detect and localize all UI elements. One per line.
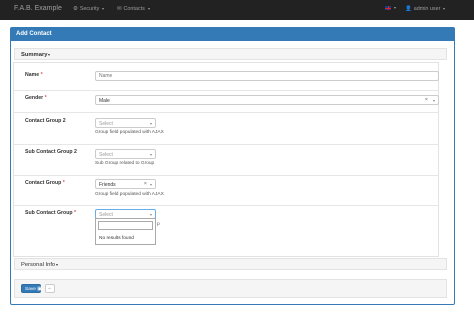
- wrench-icon: ⚙: [73, 6, 78, 12]
- summary-form: [13, 62, 439, 257]
- language-menu[interactable]: [385, 6, 396, 10]
- uk-flag-icon: [385, 6, 391, 10]
- brand-link[interactable]: F.A.B. Example: [14, 5, 62, 12]
- chevron-down-icon: [147, 8, 150, 10]
- personal-info-section-toggle[interactable]: Personal Info: [14, 258, 447, 270]
- summary-section-toggle[interactable]: Summary: [14, 48, 447, 60]
- dropdown-search-input[interactable]: [98, 221, 153, 230]
- contact-group-label: Contact Group *: [25, 180, 65, 186]
- contacts-menu[interactable]: ✉ Contacts: [117, 6, 150, 12]
- contact-group-2-value: Select: [99, 121, 113, 127]
- name-input[interactable]: [95, 71, 439, 81]
- clear-icon[interactable]: ×: [144, 181, 147, 187]
- row-divider: [13, 112, 439, 113]
- user-menu[interactable]: 👤 admin user: [405, 6, 446, 12]
- no-results-message: No results found: [99, 236, 134, 241]
- chevron-down-icon: [150, 213, 152, 216]
- chevron-down-icon: [150, 153, 152, 156]
- gender-select[interactable]: Male ×: [95, 95, 439, 105]
- contact-group-value: Friends: [99, 182, 116, 188]
- sub-contact-group-dropdown: No results found: [95, 218, 156, 245]
- save-button[interactable]: Save ▣: [21, 284, 42, 293]
- name-label: Name *: [25, 72, 43, 78]
- personal-info-section-label: Personal Info: [21, 261, 56, 268]
- chevron-down-icon: [56, 263, 59, 266]
- security-menu-label: Security: [79, 6, 100, 12]
- gender-select-value: Male: [99, 98, 110, 104]
- chevron-down-icon: [443, 8, 446, 10]
- chevron-down-icon: [150, 183, 152, 186]
- contact-group-help: Group field populated with AJAX: [95, 192, 164, 197]
- row-divider: [13, 90, 439, 91]
- row-divider: [13, 175, 439, 176]
- security-menu[interactable]: ⚙ Security: [73, 6, 105, 12]
- panel-title: Add Contact: [11, 28, 454, 41]
- top-navbar: F.A.B. Example ⚙ Security ✉ Contacts 👤 a…: [0, 0, 474, 20]
- back-button[interactable]: ←: [45, 284, 55, 293]
- sub-contact-group-label: Sub Contact Group *: [25, 210, 77, 216]
- chevron-down-icon: [150, 122, 152, 125]
- sub-contact-group-2-value: Select: [99, 152, 113, 158]
- contact-group-2-label: Contact Group 2: [25, 118, 66, 124]
- save-button-label: Save: [25, 286, 36, 292]
- chevron-down-icon: [102, 8, 105, 10]
- chevron-down-icon: [48, 53, 51, 56]
- contact-group-2-select[interactable]: Select: [95, 118, 156, 128]
- sub-contact-group-2-label: Sub Contact Group 2: [25, 149, 77, 155]
- form-actions-bar: [14, 279, 447, 298]
- user-icon: 👤: [405, 6, 412, 12]
- contact-group-select[interactable]: Friends ×: [95, 179, 156, 189]
- envelope-icon: ✉: [117, 6, 122, 12]
- sub-contact-group-2-select[interactable]: Select: [95, 149, 156, 159]
- contacts-menu-label: Contacts: [123, 6, 145, 12]
- chevron-down-icon: [433, 99, 435, 102]
- summary-section-label: Summary: [21, 51, 48, 58]
- user-menu-label: admin user: [413, 6, 441, 12]
- sub-contact-group-help: p: [157, 222, 160, 227]
- clear-icon[interactable]: ×: [425, 97, 428, 103]
- gender-label: Gender *: [25, 95, 47, 101]
- chevron-down-icon: [394, 7, 396, 9]
- contact-group-2-help: Group field populated with AJAX: [95, 130, 164, 135]
- sub-contact-group-2-help: Sub Group related to Group: [95, 161, 155, 166]
- row-divider: [13, 205, 439, 206]
- row-divider: [13, 144, 439, 145]
- save-icon: ▣: [37, 286, 42, 292]
- arrow-left-icon: ←: [47, 285, 53, 291]
